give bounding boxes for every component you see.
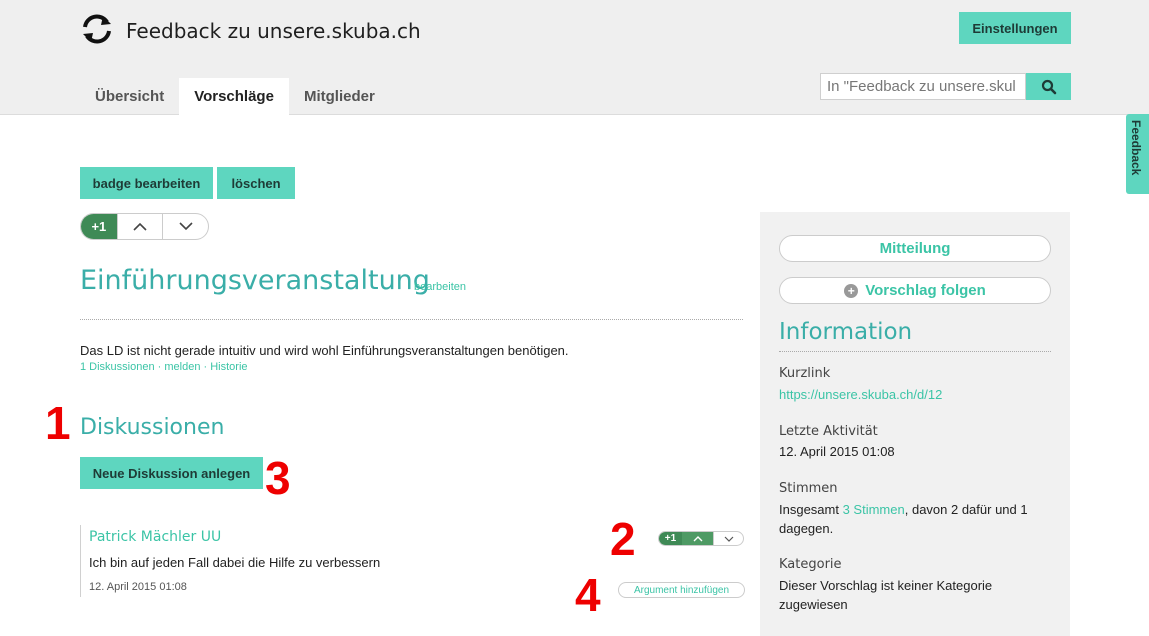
discussions-heading: Diskussionen	[80, 415, 225, 440]
annotation-marker-1: 1	[45, 397, 71, 449]
discussion-item: Patrick Mächler UU Ich bin auf jeden Fal…	[80, 525, 745, 598]
votes-line2: dagegen.	[779, 521, 834, 536]
search-icon	[1041, 79, 1056, 94]
discussion-text: Ich bin auf jeden Fall dabei die Hilfe z…	[89, 555, 381, 570]
delete-button[interactable]: löschen	[217, 167, 295, 199]
shortlink-value[interactable]: https://unsere.skuba.ch/d/12	[779, 385, 942, 404]
discussion-upvote-button[interactable]	[682, 532, 713, 545]
follow-proposal-label: Vorschlag folgen	[865, 282, 986, 299]
votes-link[interactable]: 3 Stimmen	[843, 502, 905, 517]
search-button[interactable]	[1026, 73, 1071, 100]
discussion-vote-widget: +1	[658, 531, 744, 546]
search-bar	[820, 73, 1071, 100]
discussion-downvote-button[interactable]	[713, 532, 743, 545]
site-title[interactable]: Feedback zu unsere.skuba.ch	[126, 19, 421, 43]
shortlink-label: Kurzlink	[779, 366, 831, 381]
discussion-author[interactable]: Patrick Mächler UU	[89, 529, 221, 545]
annotation-marker-2: 2	[610, 513, 636, 565]
upvote-button[interactable]	[116, 214, 163, 239]
votes-prefix: Insgesamt	[779, 502, 843, 517]
votes-summary: Insgesamt 3 Stimmen, davon 2 dafür und 1…	[779, 500, 1028, 538]
proposal-title: Einführungsveranstaltung	[80, 265, 430, 296]
discussion-date: 12. April 2015 01:08	[89, 581, 187, 593]
vote-count: +1	[81, 214, 117, 239]
proposal-description: Das LD ist nicht gerade intuitiv und wir…	[80, 343, 569, 358]
follow-proposal-button[interactable]: + Vorschlag folgen	[779, 277, 1051, 304]
new-discussion-button[interactable]: Neue Diskussion anlegen	[80, 457, 263, 489]
divider	[779, 351, 1051, 352]
category-line2: zugewiesen	[779, 597, 848, 612]
votes-label: Stimmen	[779, 481, 838, 496]
message-button-label: Mitteilung	[879, 240, 951, 257]
add-argument-button[interactable]: Argument hinzufügen	[618, 582, 745, 598]
site-header: Feedback zu unsere.skuba.ch Einstellunge…	[0, 0, 1149, 115]
votes-suffix: , davon 2 dafür und 1	[904, 502, 1028, 517]
info-sidebar: Mitteilung + Vorschlag folgen Informatio…	[760, 212, 1070, 636]
annotation-marker-3: 3	[265, 452, 291, 504]
tab-overview[interactable]: Übersicht	[80, 78, 179, 115]
chevron-up-icon	[693, 535, 702, 541]
discussion-vote-count: +1	[659, 532, 682, 545]
chevron-down-icon	[179, 222, 193, 231]
category-label: Kategorie	[779, 557, 842, 572]
proposal-vote-widget: +1	[80, 213, 209, 240]
feedback-side-tab-label: Feedback	[1129, 120, 1143, 176]
last-activity-label: Letzte Aktivität	[779, 424, 878, 439]
proposal-meta-links[interactable]: 1 Diskussionen · melden · Historie	[80, 361, 248, 373]
information-heading: Information	[779, 319, 913, 345]
category-value: Dieser Vorschlag ist keiner Kategorie zug…	[779, 576, 992, 614]
main-tabs: Übersicht Vorschläge Mitglieder	[80, 78, 390, 115]
search-input[interactable]	[820, 73, 1026, 100]
message-button[interactable]: Mitteilung	[779, 235, 1051, 262]
sync-logo-icon[interactable]	[80, 12, 114, 46]
settings-button[interactable]: Einstellungen	[959, 12, 1071, 44]
downvote-button[interactable]	[162, 214, 208, 239]
tab-proposals[interactable]: Vorschläge	[179, 78, 289, 115]
category-line1: Dieser Vorschlag ist keiner Kategorie	[779, 578, 993, 593]
divider	[80, 319, 743, 320]
plus-circle-icon: +	[844, 283, 859, 298]
chevron-down-icon	[724, 536, 733, 542]
chevron-up-icon	[133, 222, 147, 231]
tab-members[interactable]: Mitglieder	[289, 78, 390, 115]
last-activity-value: 12. April 2015 01:08	[779, 444, 895, 459]
edit-badge-button[interactable]: badge bearbeiten	[80, 167, 213, 199]
annotation-marker-4: 4	[575, 569, 601, 621]
feedback-side-tab[interactable]: Feedback	[1126, 114, 1149, 194]
edit-title-link[interactable]: bearbeiten	[414, 281, 466, 293]
